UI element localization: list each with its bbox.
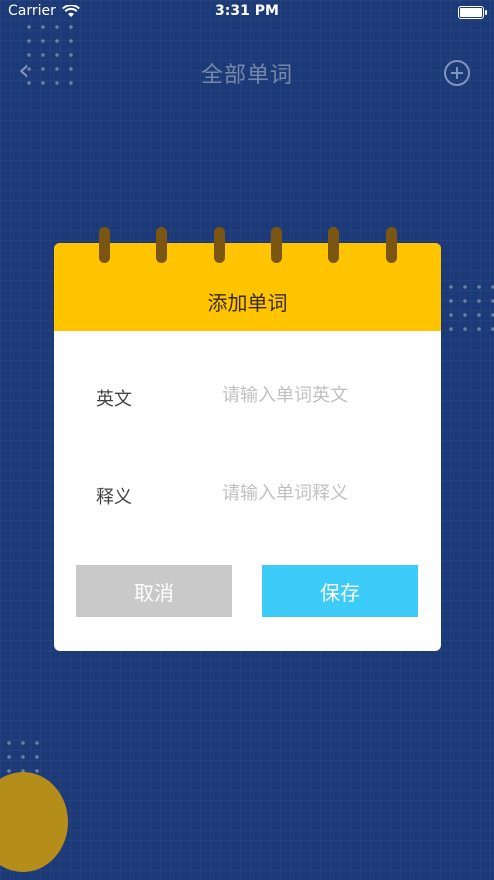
binder-ring-icon — [99, 227, 110, 263]
cancel-button[interactable]: 取消 — [76, 565, 232, 617]
battery-level — [460, 8, 482, 17]
plus-circle-icon[interactable] — [444, 60, 470, 86]
meaning-label: 释义 — [96, 487, 132, 508]
add-word-dialog: 添加单词 英文 释义 取消 保存 — [54, 227, 441, 651]
page-title: 全部单词 — [200, 63, 293, 88]
binder-ring-icon — [271, 227, 282, 263]
battery-icon — [458, 6, 487, 19]
dialog-title: 添加单词 — [207, 291, 288, 315]
nav-bar: ‹ 全部单词 — [0, 44, 494, 100]
status-bar: Carrier 3:31 PM — [0, 0, 494, 24]
meaning-input[interactable] — [222, 483, 422, 504]
dialog-header: 添加单词 — [54, 227, 441, 331]
save-button[interactable]: 保存 — [262, 565, 418, 617]
binder-ring-icon — [386, 227, 397, 263]
binder-ring-icon — [214, 227, 225, 263]
binder-ring-icon — [328, 227, 339, 263]
english-input[interactable] — [222, 385, 422, 406]
dot-pattern-right — [444, 280, 494, 340]
binder-ring-icon — [156, 227, 167, 263]
english-label: 英文 — [96, 389, 132, 410]
status-time: 3:31 PM — [215, 3, 279, 19]
